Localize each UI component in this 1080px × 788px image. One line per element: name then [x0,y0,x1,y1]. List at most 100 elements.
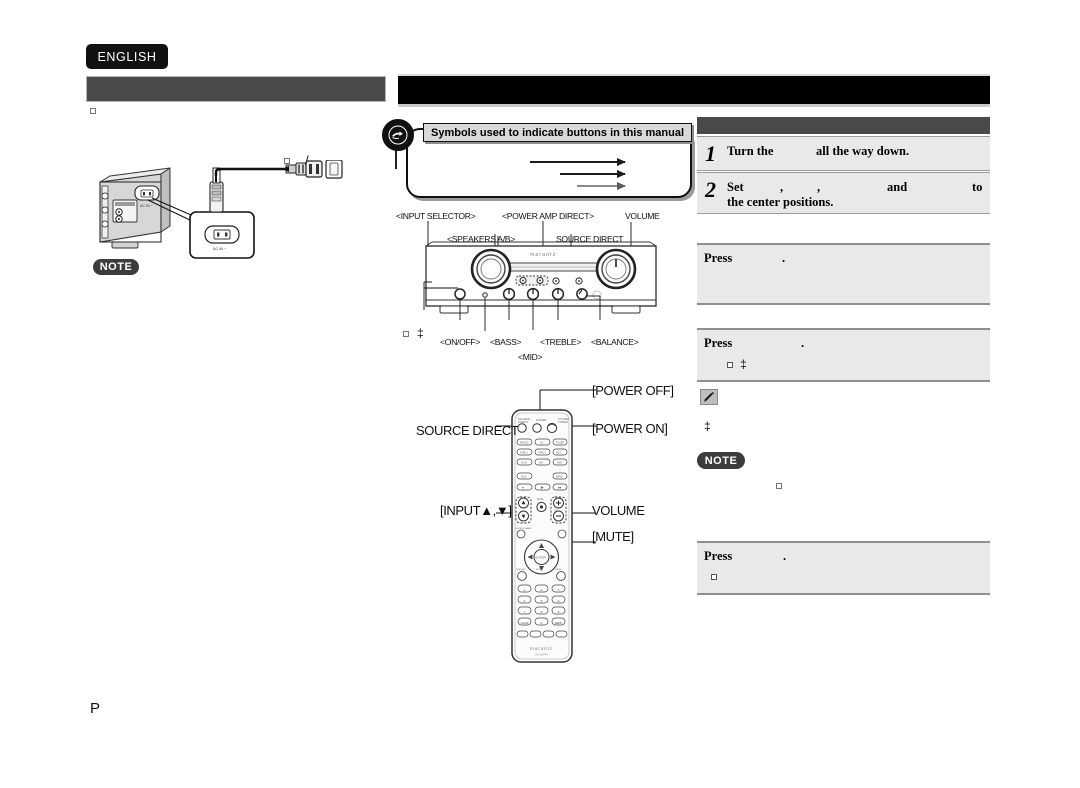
svg-text:MEMO: MEMO [555,622,563,625]
press-block-3-bullet [711,574,717,580]
svg-text:VOL: VOL [554,510,559,512]
symbol-arrow-3 [577,181,626,190]
press-block-1-label: Press [704,251,733,265]
amp-legend-updown-icon: ‡ [417,326,424,340]
svg-text:POWER: POWER [558,420,568,424]
step-2-text-c: , [817,180,821,194]
svg-text:DIRECT: DIRECT [518,420,529,424]
svg-text:PHONO: PHONO [520,442,529,444]
press-block-2-label: Press [704,336,733,350]
step-1-number: 1 [705,141,716,166]
press-block-2-updown-icon: ‡ [740,357,747,371]
svg-text:BAND: BAND [556,475,563,478]
right-column-header-bar [697,117,990,134]
remote-caption-input-updown: [INPUT▲,▼] [440,503,512,518]
remote-caption-volume: VOLUME [592,503,645,518]
step-2-text-b: , [780,180,784,194]
remote-caption-power-on: [POWER ON] [592,421,668,436]
svg-text:SOURCE NAME: SOURCE NAME [515,527,532,530]
step-2-number: 2 [705,177,716,202]
svg-text:9: 9 [558,610,560,614]
symbol-arrow-1 [530,157,626,166]
right-section-header-bar [398,74,990,107]
language-tab: ENGLISH [86,44,168,69]
svg-text:TUNER: TUNER [556,442,564,444]
svg-text:3: 3 [558,588,560,592]
step-2-text-a: Set [727,180,744,194]
svg-text:POWER: POWER [536,418,547,422]
pointing-hand-icon [382,119,414,151]
note-badge-left: NOTE [93,259,139,275]
press-block-2: Press . ‡ [697,328,990,382]
pencil-icon [700,389,718,405]
step-2-text-e: to [972,180,983,194]
manual-page: ENGLISH AC IN ~ AC IN ~ / NOTE P Symbols… [0,0,1080,788]
svg-text:DISC: DISC [521,476,527,478]
step-2-text-d: and [887,180,908,194]
svg-text:TAPE-1: TAPE-1 [520,451,529,454]
left-diagram-marker [284,158,290,164]
svg-text:TAPE-2: TAPE-2 [538,451,547,454]
svg-text:MD: MD [539,462,543,464]
tip-updown-icon: ‡ [704,419,711,433]
step-2: 2 Set , , and to the center positions. [697,172,990,214]
amplifier-front-panel-diagram: marantz [388,206,688,366]
press-block-2-suffix: . [801,336,805,350]
svg-text:8: 8 [541,610,543,614]
symbol-arrow-2 [560,169,626,178]
left-bullet-marker [90,108,96,114]
svg-text:marantz: marantz [530,252,556,258]
svg-text:7: 7 [524,610,526,614]
press-block-1-suffix: . [782,251,786,265]
svg-text:■■: ■■ [558,486,562,489]
remote-caption-source-direct: SOURCE DIRECT [416,423,519,438]
svg-text:4: 4 [524,599,526,603]
amp-caption-bass: <BASS> [490,337,522,347]
svg-text:AUX: AUX [556,451,561,454]
svg-text:ENTER: ENTER [536,556,547,560]
step-1: 1 Turn the all the way down. [697,136,990,171]
amp-caption-balance: <BALANCE> [591,337,639,347]
note-badge-right: NOTE [697,452,745,469]
svg-text:marantz: marantz [530,646,553,651]
svg-text:MENU: MENU [555,569,562,571]
step-1-text-a: Turn the [727,144,774,158]
svg-text:0: 0 [541,621,543,625]
remote-caption-power-off: [POWER OFF] [592,383,674,398]
svg-text:6: 6 [558,599,560,603]
svg-text:▶: ▶ [541,486,544,490]
svg-text:MODE: MODE [536,569,543,571]
svg-text:DISPLAY: DISPLAY [516,568,526,571]
amp-legend-square [403,331,409,337]
svg-text:AC IN ~: AC IN ~ [140,204,153,208]
note-right-bullet [776,483,782,489]
svg-text:RC005PM: RC005PM [536,653,548,657]
svg-text:1: 1 [524,588,526,592]
slash-separator: / [305,153,309,168]
svg-text:CD-R: CD-R [521,462,527,464]
left-column-header-bar [86,76,386,102]
svg-text:MUTE: MUTE [537,499,544,501]
amp-caption-speakers-ab: <SPEAKERS A/B> [447,234,515,244]
remote-caption-mute: [MUTE] [592,529,634,544]
amp-caption-on-off: <ON/OFF> [440,337,481,347]
amp-caption-volume: VOLUME [625,211,660,221]
step-2-text-line2: the center positions. [727,195,834,209]
symbols-callout-title: Symbols used to indicate buttons in this… [423,123,693,142]
press-block-2-bullet [727,362,733,368]
amp-caption-input-selector: <INPUT SELECTOR> [396,211,476,221]
svg-text:DVD: DVD [557,462,562,464]
amp-caption-treble: <TREBLE> [540,337,582,347]
rear-panel-diagram: AC IN ~ AC IN ~ [86,160,376,270]
svg-text:CD: CD [540,442,544,444]
press-block-1: Press . [697,243,990,305]
press-block-3-suffix: . [783,549,787,563]
bottom-page-marker: P [90,700,101,717]
svg-text:CLEAR: CLEAR [521,622,529,625]
amp-caption-power-amp-direct: <POWER AMP DIRECT> [502,211,594,221]
step-1-text-b: all the way down. [816,144,910,158]
amp-caption-source-direct: SOURCE DIRECT [556,234,624,244]
svg-text:AC IN ~: AC IN ~ [213,247,227,251]
press-block-3-label: Press [704,549,733,563]
svg-text:2: 2 [541,588,543,592]
